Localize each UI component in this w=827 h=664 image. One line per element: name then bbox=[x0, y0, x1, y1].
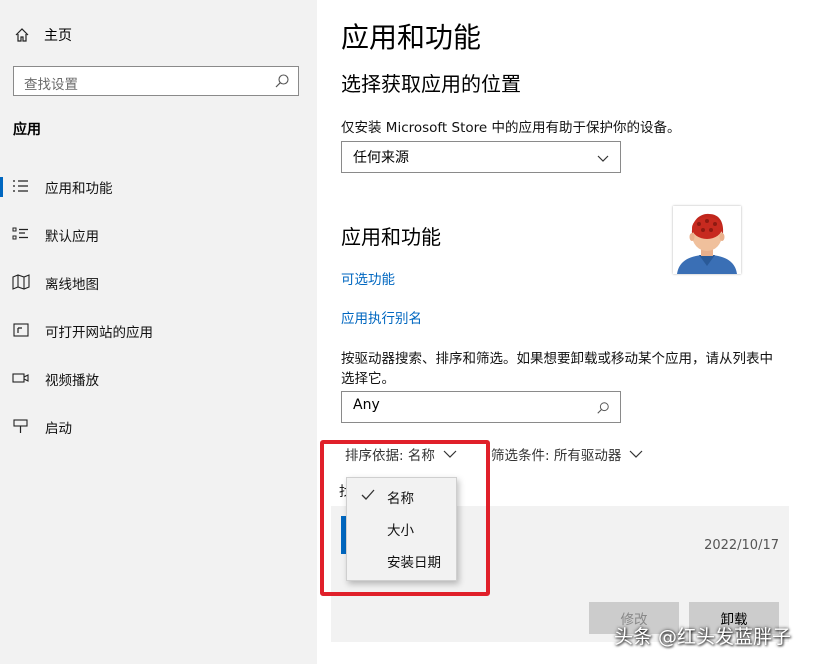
chevron-down-icon bbox=[596, 150, 610, 164]
search-description-line2: 选择它。 bbox=[341, 371, 395, 387]
highlight-annotation-box bbox=[320, 440, 490, 596]
sidebar-item-label: 视频播放 bbox=[45, 373, 99, 389]
sidebar-item-label: 应用和功能 bbox=[45, 181, 113, 197]
avatar bbox=[673, 206, 741, 274]
default-apps-icon bbox=[12, 225, 30, 243]
home-nav-item[interactable]: 主页 bbox=[14, 24, 72, 46]
app-install-date: 2022/10/17 bbox=[704, 538, 779, 553]
home-label: 主页 bbox=[44, 28, 72, 44]
optional-features-link[interactable]: 可选功能 bbox=[341, 268, 395, 288]
search-icon bbox=[596, 400, 610, 414]
sidebar-item-offline-maps[interactable]: 离线地图 bbox=[0, 259, 317, 307]
apps-section-title: 应用和功能 bbox=[341, 225, 441, 249]
video-playback-icon bbox=[12, 369, 30, 387]
apps-for-websites-icon bbox=[12, 321, 30, 339]
home-icon bbox=[14, 27, 30, 43]
offline-maps-icon bbox=[12, 273, 30, 291]
settings-sidebar: 主页 查找设置 应用 应用和功能 默认应用 离线地图 可打开网站的应用 视频播放… bbox=[0, 0, 317, 664]
sidebar-item-apps-features[interactable]: 应用和功能 bbox=[0, 163, 317, 211]
chevron-down-icon bbox=[629, 450, 643, 458]
apps-features-icon bbox=[12, 177, 30, 195]
app-search-value: Any bbox=[353, 397, 380, 413]
sidebar-nav: 应用和功能 默认应用 离线地图 可打开网站的应用 视频播放 启动 bbox=[0, 163, 317, 451]
sidebar-item-label: 默认应用 bbox=[45, 229, 99, 245]
sidebar-item-default-apps[interactable]: 默认应用 bbox=[0, 211, 317, 259]
watermark-text: 头条 @红头发蓝胖子 bbox=[614, 626, 792, 648]
sidebar-section-title: 应用 bbox=[13, 122, 41, 138]
sidebar-item-startup[interactable]: 启动 bbox=[0, 403, 317, 451]
sidebar-item-label: 离线地图 bbox=[45, 277, 99, 293]
app-search-input[interactable]: Any bbox=[341, 391, 621, 423]
sidebar-item-apps-for-websites[interactable]: 可打开网站的应用 bbox=[0, 307, 317, 355]
install-section-title: 选择获取应用的位置 bbox=[341, 72, 521, 96]
install-source-value: 任何来源 bbox=[353, 150, 409, 166]
sidebar-item-video-playback[interactable]: 视频播放 bbox=[0, 355, 317, 403]
install-source-dropdown[interactable]: 任何来源 bbox=[341, 141, 621, 173]
settings-search-input[interactable]: 查找设置 bbox=[13, 66, 299, 96]
page-title: 应用和功能 bbox=[341, 21, 482, 54]
filter-by-dropdown[interactable]: 筛选条件: 所有驱动器 bbox=[491, 444, 643, 464]
startup-icon bbox=[12, 417, 30, 435]
search-description-line1: 按驱动器搜索、排序和筛选。如果想要卸载或移动某个应用，请从列表中 bbox=[341, 351, 773, 367]
sidebar-item-label: 启动 bbox=[45, 421, 72, 437]
sidebar-item-label: 可打开网站的应用 bbox=[45, 325, 153, 341]
app-execution-alias-link[interactable]: 应用执行别名 bbox=[341, 307, 422, 327]
search-icon bbox=[274, 73, 290, 89]
search-placeholder: 查找设置 bbox=[24, 77, 78, 93]
install-description: 仅安装 Microsoft Store 中的应用有助于保护你的设备。 bbox=[341, 120, 681, 136]
filter-by-label: 筛选条件: 所有驱动器 bbox=[491, 448, 622, 464]
